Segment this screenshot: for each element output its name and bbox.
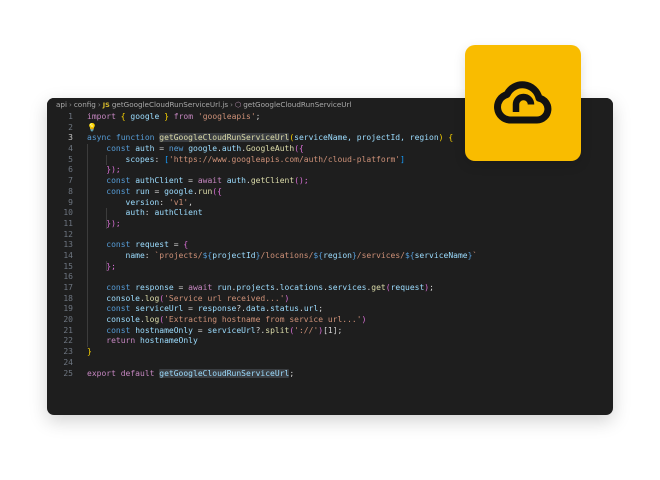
line-number: 15: [63, 261, 73, 271]
code-line: 7 const authClient = await auth.getClien…: [47, 176, 613, 187]
line-number: 22: [63, 336, 73, 346]
breadcrumb-symbol[interactable]: getGoogleCloudRunServiceUrl: [243, 100, 351, 109]
chevron-right-icon: ›: [68, 100, 72, 109]
line-number: 2: [68, 122, 73, 132]
breadcrumb-folder-config[interactable]: config: [74, 100, 96, 109]
chevron-right-icon: ›: [230, 100, 233, 109]
line-number: 9: [68, 197, 73, 207]
line-number: 8: [68, 186, 73, 196]
code-line: 10 auth: authClient: [47, 208, 613, 219]
line-number: 24: [63, 357, 73, 367]
code-line: 18 console.log('Service url received...'…: [47, 294, 613, 305]
line-number: 21: [63, 325, 73, 335]
code-line: 25 export default getGoogleCloudRunServic…: [47, 368, 613, 380]
line-number: 6: [68, 165, 73, 175]
code-line: 24: [47, 358, 613, 369]
code-line: 13 const request = {: [47, 240, 613, 251]
line-number: 5: [68, 154, 73, 164]
line-number: 4: [68, 144, 73, 154]
javascript-file-icon: JS: [102, 101, 110, 109]
code-line: 17 const response = await run.projects.l…: [47, 283, 613, 294]
line-number: 14: [63, 250, 73, 260]
code-line: 6 });: [47, 165, 613, 176]
lightbulb-icon[interactable]: 💡: [87, 123, 97, 132]
breadcrumb-file[interactable]: getGoogleCloudRunServiceUrl.js: [112, 100, 228, 109]
code-line: 15 };: [47, 262, 613, 273]
code-line: 9 version: 'v1',: [47, 198, 613, 209]
code-line: 14 name: `projects/${projectId}/location…: [47, 251, 613, 262]
code-line: 12: [47, 230, 613, 241]
line-number: 12: [63, 229, 73, 239]
line-number: 20: [63, 315, 73, 325]
code-line: 22 return hostnameOnly: [47, 336, 613, 347]
line-number: 23: [63, 347, 73, 357]
line-number: 3: [68, 133, 73, 143]
line-number: 11: [63, 218, 73, 228]
line-number: 18: [63, 293, 73, 303]
line-number: 16: [63, 272, 73, 282]
line-number: 17: [63, 283, 73, 292]
code-line: 23}: [47, 347, 613, 358]
code-line: 21 const hostnameOnly = serviceUrl?.spli…: [47, 326, 613, 337]
code-line: 11 });: [47, 219, 613, 230]
code-line: 8 const run = google.run({: [47, 187, 613, 198]
function-symbol-icon: ⬡: [234, 100, 242, 109]
line-number: 25: [63, 368, 73, 378]
chevron-right-icon: ›: [97, 100, 101, 109]
cloud-run-icon: [494, 81, 552, 124]
line-number: 1: [68, 112, 73, 121]
line-number: 19: [63, 304, 73, 314]
line-number: 10: [63, 208, 73, 218]
code-line: 20 console.log('Extracting hostname from…: [47, 315, 613, 326]
line-number: 13: [63, 240, 73, 250]
code-line: 19 const serviceUrl = response?.data.sta…: [47, 304, 613, 315]
code-line: 16: [47, 272, 613, 283]
cloud-run-badge: [465, 45, 581, 161]
line-number: 7: [68, 176, 73, 186]
breadcrumb-folder-api[interactable]: api: [56, 100, 67, 109]
